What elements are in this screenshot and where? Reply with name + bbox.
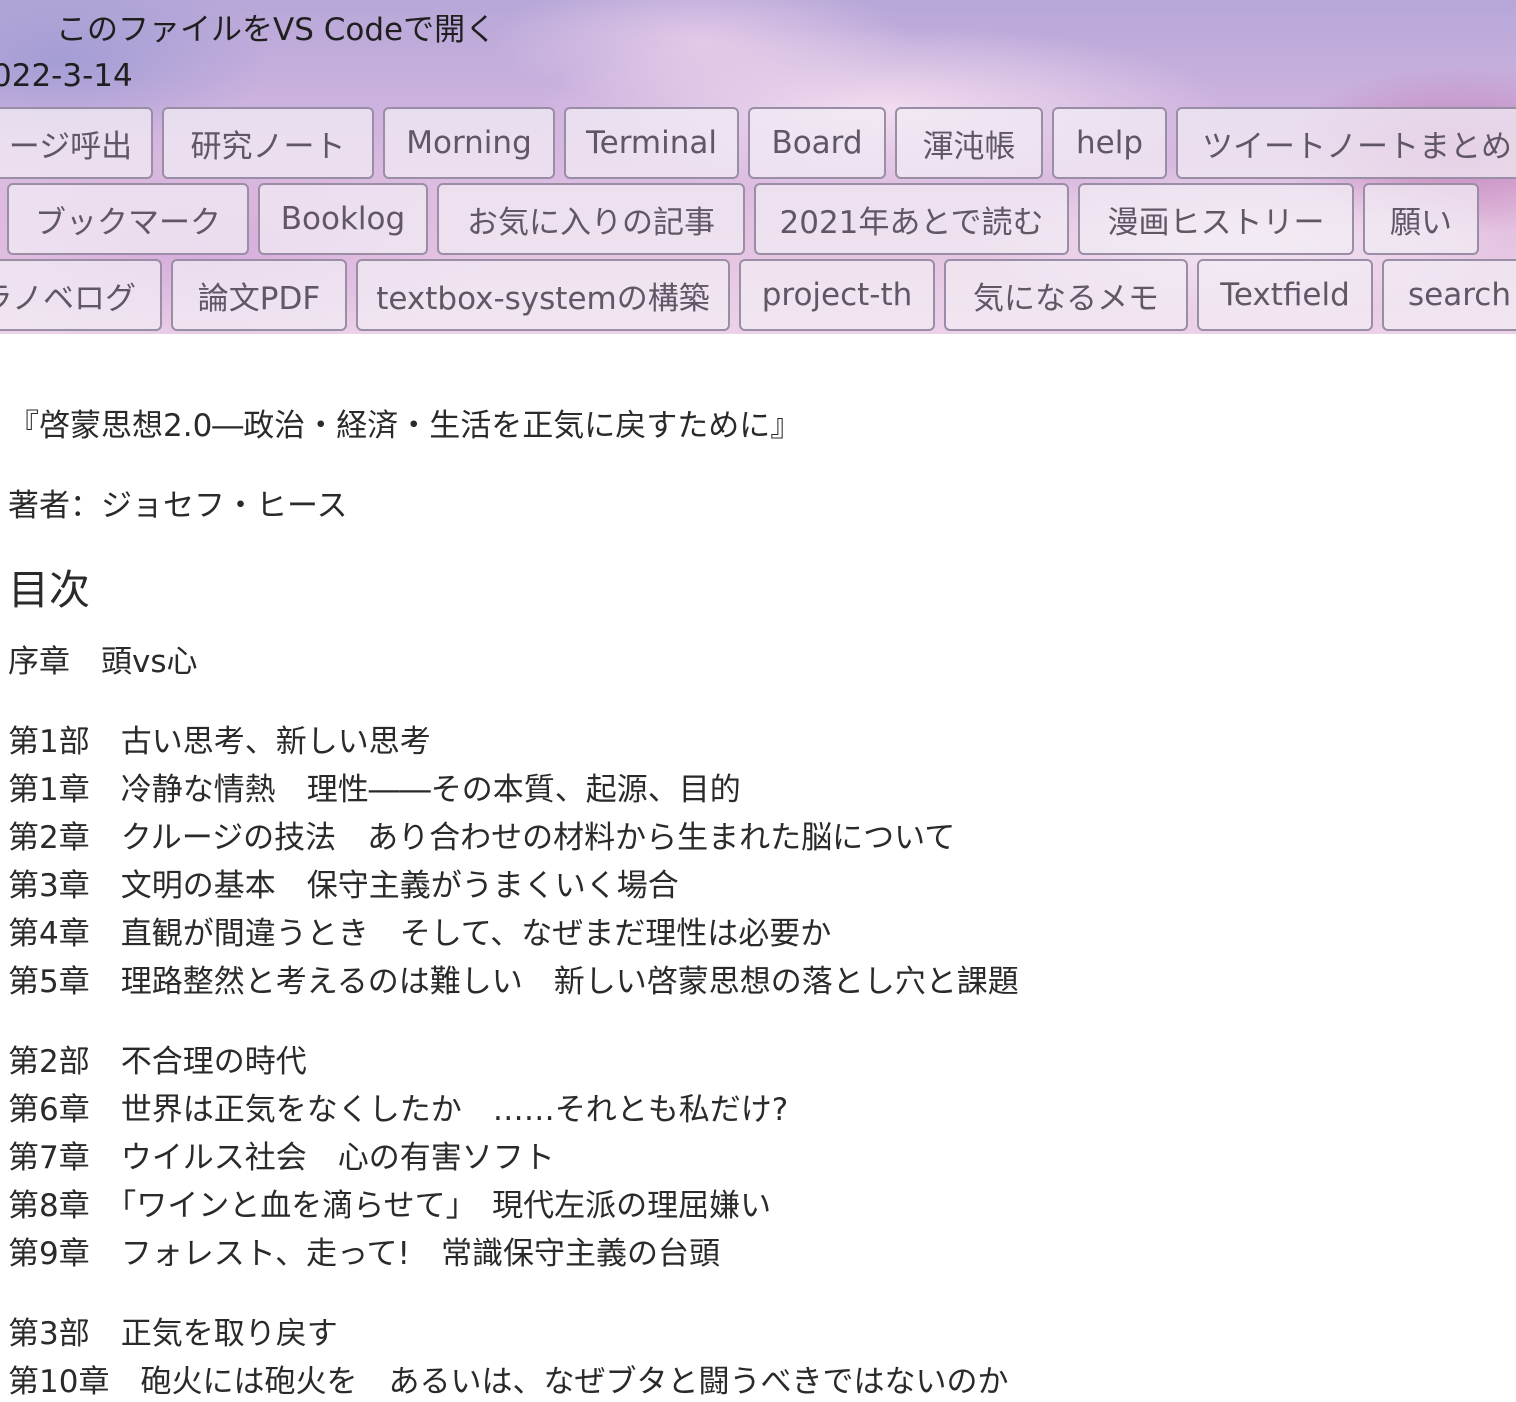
toc-line: 第1章 冷静な情熱 理性――その本質、起源、目的 — [8, 772, 741, 808]
nav-row-1: ージ呼出 研究ノート Morning Terminal Board 渾沌帳 he… — [0, 107, 1516, 181]
nav-booklog-button[interactable]: Booklog — [258, 183, 428, 255]
toc-heading: 目次 — [8, 566, 90, 614]
book-author: 著者：ジョセフ・ヒース — [8, 488, 348, 524]
nav-textbox-system-button[interactable]: textbox-systemの構築 — [356, 259, 730, 331]
toc-line: 第3部 正気を取り戻す — [8, 1316, 338, 1352]
nav-project-th-button[interactable]: project-th — [739, 259, 935, 331]
nav-tweet-note-summary-button[interactable]: ツイートノートまとめ — [1176, 107, 1516, 179]
toc-line: 第3章 文明の基本 保守主義がうまくいく場合 — [8, 868, 679, 904]
toc-line: 第1部 古い思考、新しい思考 — [8, 724, 431, 760]
book-title: 『啓蒙思想2.0―政治・経済・生活を正気に戻すために』 — [8, 408, 802, 444]
nav-row-2: ブックマーク Booklog お気に入りの記事 2021年あとで読む 漫画ヒスト… — [0, 183, 1516, 257]
open-in-vscode-link[interactable]: このファイルをVS Codeで開く — [56, 4, 496, 49]
nav-light-novel-log-button[interactable]: ラノベログ — [0, 259, 162, 331]
toc-line: 第6章 世界は正気をなくしたか ……それとも私だけ? — [8, 1092, 789, 1128]
nav-chaos-notebook-button[interactable]: 渾沌帳 — [895, 107, 1043, 179]
nav-board-button[interactable]: Board — [748, 107, 886, 179]
toc-line: 第2章 クルージの技法 あり合わせの材料から生まれた脳について — [8, 820, 956, 856]
toc-line: 第2部 不合理の時代 — [8, 1044, 307, 1080]
toc-line: 第9章 フォレスト、走って! 常識保守主義の台頭 — [8, 1236, 720, 1272]
nav-favorite-articles-button[interactable]: お気に入りの記事 — [437, 183, 745, 255]
nav-help-button[interactable]: help — [1052, 107, 1167, 179]
toc-line: 第5章 理路整然と考えるのは難しい 新しい啓蒙思想の落とし穴と課題 — [8, 964, 1019, 1000]
nav-wishes-button[interactable]: 願い — [1363, 183, 1479, 255]
nav-textfield-button[interactable]: Textfield — [1197, 259, 1373, 331]
nav-bookmark-button[interactable]: ブックマーク — [7, 183, 249, 255]
nav-paper-pdf-button[interactable]: 論文PDF — [171, 259, 347, 331]
toc-line: 第10章 砲火には砲火を あるいは、なぜブタと闘うべきではないのか — [8, 1364, 1009, 1400]
toc-line: 第4章 直観が間違うとき そして、なぜまだ理性は必要か — [8, 916, 832, 952]
nav-read-later-2021-button[interactable]: 2021年あとで読む — [754, 183, 1069, 255]
nav-row-3: ラノベログ 論文PDF textbox-systemの構築 project-th… — [0, 259, 1516, 333]
toc-line: 第8章 「ワインと血を滴らせて」 現代左派の理屈嫌い — [8, 1188, 772, 1224]
page-date: 022-3-14 — [0, 58, 133, 94]
header-banner: このファイルをVS Codeで開く 022-3-14 ージ呼出 研究ノート Mo… — [0, 0, 1516, 334]
nav-morning-button[interactable]: Morning — [383, 107, 555, 179]
nav-manga-history-button[interactable]: 漫画ヒストリー — [1078, 183, 1354, 255]
nav-terminal-button[interactable]: Terminal — [564, 107, 739, 179]
nav-interesting-memo-button[interactable]: 気になるメモ — [944, 259, 1188, 331]
nav-research-note-button[interactable]: 研究ノート — [162, 107, 374, 179]
toc-line: 第7章 ウイルス社会 心の有害ソフト — [8, 1140, 555, 1176]
nav-page-call-button[interactable]: ージ呼出 — [0, 107, 153, 179]
nav-search-button[interactable]: search — [1382, 259, 1516, 331]
toc-line: 序章 頭vs心 — [8, 644, 198, 680]
